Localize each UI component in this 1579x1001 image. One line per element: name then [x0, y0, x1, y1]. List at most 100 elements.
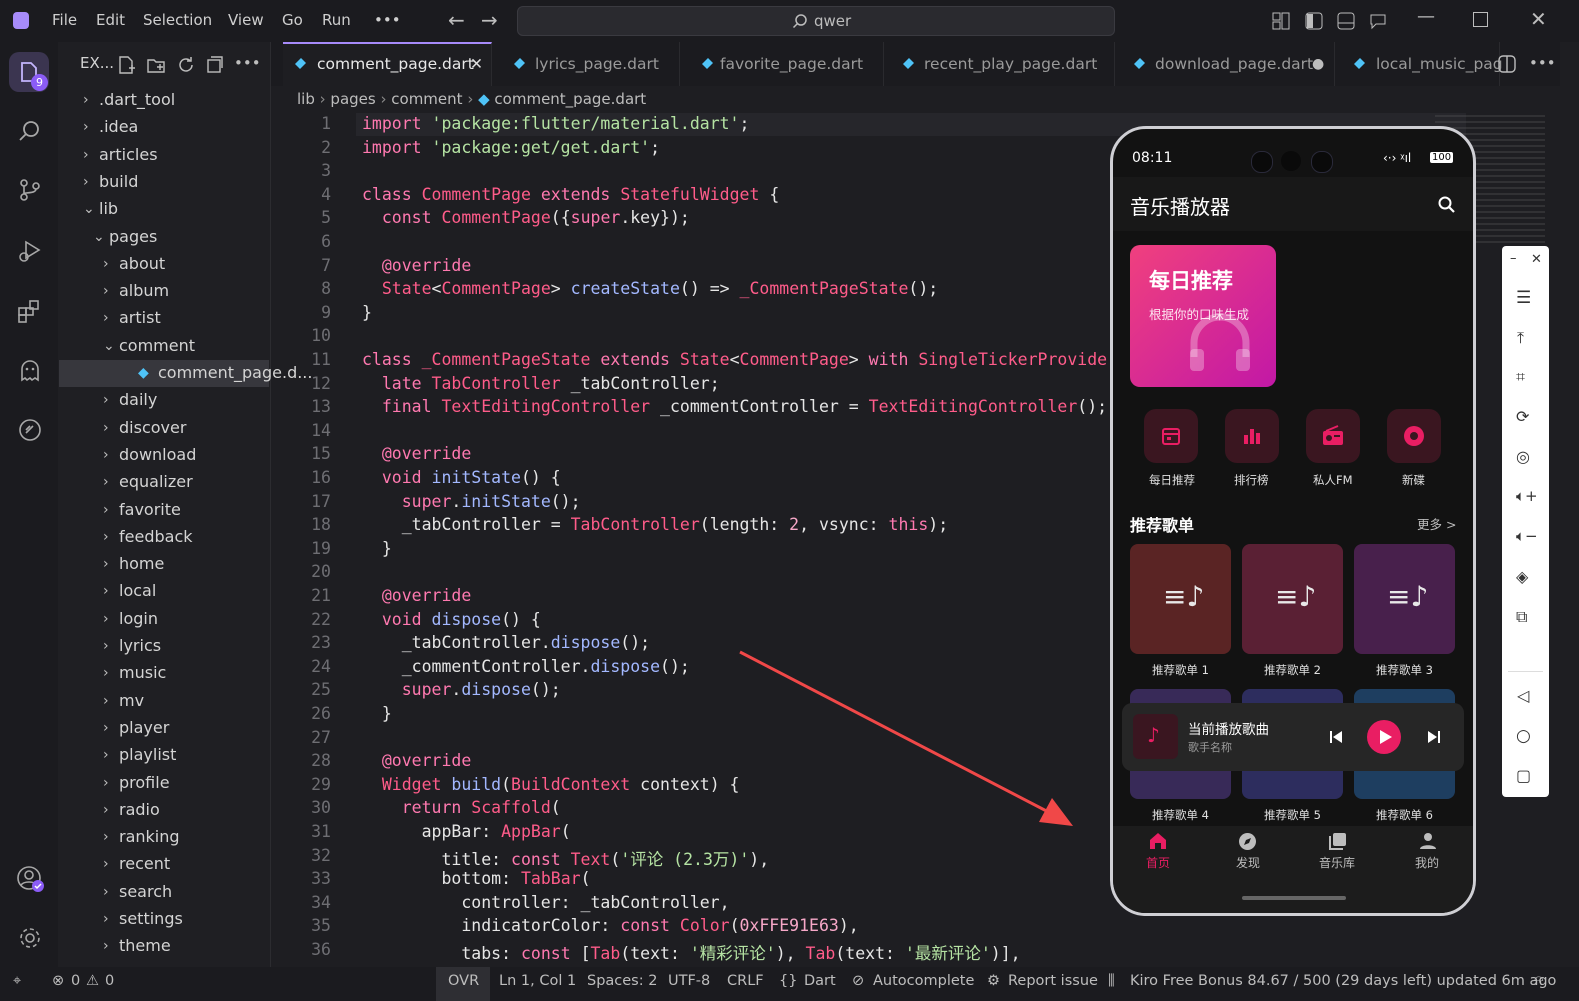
- folder-item[interactable]: › home: [58, 551, 270, 577]
- folder-item[interactable]: › search: [58, 879, 270, 905]
- editor-more-icon[interactable]: •••: [1529, 54, 1556, 72]
- screenshot-icon[interactable]: ◈: [1516, 567, 1528, 586]
- previous-icon[interactable]: [1329, 730, 1343, 744]
- indentation[interactable]: Spaces: 2: [587, 973, 657, 989]
- playlist-card[interactable]: ≡♪: [1354, 544, 1455, 654]
- layout-icon[interactable]: [1272, 12, 1290, 30]
- settings-gear-icon[interactable]: [17, 925, 43, 951]
- folder-item[interactable]: › articles: [58, 142, 270, 168]
- search-activity-icon[interactable]: [18, 119, 42, 143]
- folder-item[interactable]: › build: [58, 169, 270, 195]
- devices-icon[interactable]: ⧉: [1516, 607, 1527, 627]
- folder-item[interactable]: › music: [58, 660, 270, 686]
- folder-item[interactable]: › album: [58, 278, 270, 304]
- menu-view[interactable]: View: [228, 11, 264, 29]
- nav-item-library[interactable]: 音乐库: [1313, 832, 1363, 872]
- overwrite-mode[interactable]: OVR: [448, 973, 479, 989]
- collapse-all-icon[interactable]: [205, 55, 225, 75]
- kiro-bonus[interactable]: Kiro Free Bonus 84.67 / 500 (29 days lef…: [1130, 973, 1556, 989]
- menu-selection[interactable]: Selection: [143, 11, 212, 29]
- volume-up-icon[interactable]: 🔈︎+: [1516, 487, 1538, 505]
- flutter-devtools-icon[interactable]: [17, 417, 43, 443]
- play-button[interactable]: [1367, 720, 1401, 754]
- refresh-icon[interactable]: [176, 55, 196, 75]
- toggle-sidebar-icon[interactable]: [1305, 12, 1323, 30]
- more-link[interactable]: 更多 >: [1417, 514, 1456, 533]
- folder-item[interactable]: › theme: [58, 933, 270, 959]
- toggle-panel-icon[interactable]: [1337, 12, 1355, 30]
- folder-item[interactable]: › favorite: [58, 497, 270, 523]
- report-issue[interactable]: Report issue: [1008, 973, 1098, 989]
- warnings-icon[interactable]: ⚠: [86, 973, 99, 989]
- tab-favorite-page[interactable]: favorite_page.dart: [680, 42, 884, 86]
- close-window-icon[interactable]: ✕: [1530, 7, 1547, 31]
- encoding[interactable]: UTF-8: [668, 973, 710, 989]
- line-ending[interactable]: CRLF: [727, 973, 764, 989]
- folder-item[interactable]: › daily: [58, 387, 270, 413]
- folder-item[interactable]: ⌄ comment: [58, 333, 270, 359]
- menu-edit[interactable]: Edit: [96, 11, 125, 29]
- language-mode[interactable]: Dart: [804, 973, 836, 989]
- forward-arrow-icon[interactable]: →: [481, 8, 498, 32]
- breadcrumb-item[interactable]: comment_page.dart: [494, 90, 646, 108]
- extensions-icon[interactable]: [17, 298, 43, 324]
- playlist-card[interactable]: ≡♪: [1130, 544, 1231, 654]
- folder-item[interactable]: › equalizer: [58, 469, 270, 495]
- emu-minimize-icon[interactable]: –: [1510, 251, 1517, 266]
- menu-icon[interactable]: ☰: [1516, 288, 1531, 308]
- errors-icon[interactable]: ⊗: [52, 973, 64, 989]
- folder-item[interactable]: › radio: [58, 797, 270, 823]
- pin-top-icon[interactable]: ⤒: [1517, 328, 1524, 348]
- file-item[interactable]: ◆ comment_page.d...: [58, 360, 312, 386]
- cursor-position[interactable]: Ln 1, Col 1: [499, 973, 576, 989]
- folder-item[interactable]: › playlist: [58, 742, 270, 768]
- quick-action[interactable]: [1306, 409, 1360, 463]
- menu-more[interactable]: •••: [374, 11, 401, 29]
- folder-item[interactable]: › login: [58, 606, 270, 632]
- mini-player[interactable]: ♪ 当前播放歌曲 歌手名称: [1122, 703, 1464, 771]
- tab-recent-play-page[interactable]: recent_play_page.dart: [884, 42, 1115, 86]
- new-file-icon[interactable]: [117, 55, 137, 75]
- tab-download-page[interactable]: download_page.dart ●: [1115, 42, 1335, 86]
- folder-item[interactable]: › local: [58, 578, 270, 604]
- rotate-icon[interactable]: ⟳: [1516, 407, 1529, 426]
- folder-item[interactable]: › player: [58, 715, 270, 741]
- chat-icon[interactable]: [1369, 12, 1387, 30]
- folder-item[interactable]: › mv: [58, 688, 270, 714]
- new-folder-icon[interactable]: [146, 55, 166, 75]
- split-editor-icon[interactable]: [1498, 55, 1516, 73]
- screen-record-icon[interactable]: ◎: [1516, 447, 1530, 466]
- overview-square-icon[interactable]: ▢: [1516, 766, 1531, 785]
- folder-item[interactable]: › download: [58, 442, 270, 468]
- folder-item[interactable]: › discover: [58, 415, 270, 441]
- nav-item-home[interactable]: 首页: [1133, 832, 1183, 872]
- quick-action[interactable]: [1387, 409, 1441, 463]
- volume-down-icon[interactable]: 🔈︎−: [1516, 527, 1538, 545]
- playlist-card[interactable]: ≡♪: [1242, 544, 1343, 654]
- command-search-input[interactable]: qwer: [517, 6, 1115, 36]
- nav-item-mine[interactable]: 我的: [1403, 832, 1453, 872]
- menu-run[interactable]: Run: [322, 11, 351, 29]
- folder-item[interactable]: › lyrics: [58, 633, 270, 659]
- quick-action[interactable]: [1225, 409, 1279, 463]
- tab-comment-page[interactable]: comment_page.dart ✕: [283, 42, 492, 86]
- folder-item[interactable]: › .dart_tool: [58, 87, 270, 113]
- back-triangle-icon[interactable]: ◁: [1517, 686, 1529, 705]
- minimize-icon[interactable]: —: [1417, 6, 1435, 27]
- home-circle-icon[interactable]: ○: [1516, 726, 1531, 746]
- source-control-icon[interactable]: [18, 178, 42, 202]
- explorer-more-icon[interactable]: •••: [234, 54, 261, 72]
- notification-bell-icon[interactable]: ⍾: [1534, 973, 1544, 989]
- menu-file[interactable]: File: [52, 11, 77, 29]
- folder-item[interactable]: ⌄ pages: [58, 224, 270, 250]
- close-tab-icon[interactable]: ✕: [470, 44, 483, 84]
- run-debug-icon[interactable]: [17, 238, 43, 264]
- folder-item[interactable]: › about: [58, 251, 270, 277]
- explorer-activity-icon[interactable]: 9: [9, 52, 49, 92]
- folder-item[interactable]: ⌄ lib: [58, 196, 270, 222]
- tab-lyrics-page[interactable]: lyrics_page.dart: [492, 42, 680, 86]
- remote-icon[interactable]: ⌖: [13, 973, 21, 989]
- folder-item[interactable]: › settings: [58, 906, 270, 932]
- back-arrow-icon[interactable]: ←: [448, 8, 465, 32]
- account-icon[interactable]: [16, 865, 44, 893]
